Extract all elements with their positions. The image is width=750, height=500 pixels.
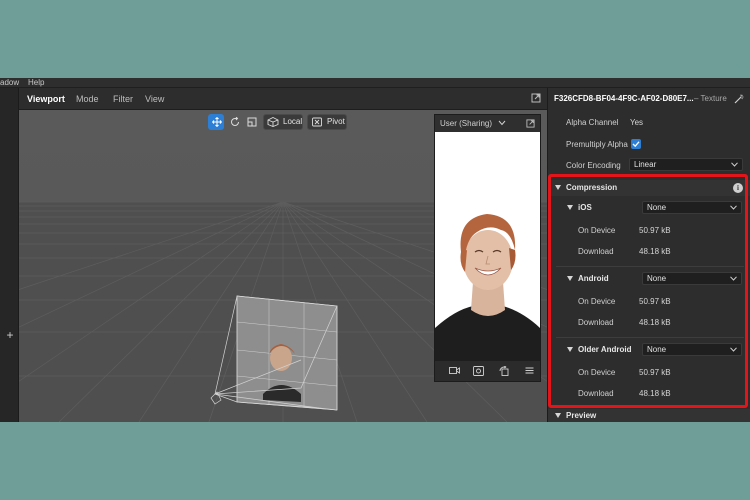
tab-filter[interactable]: Filter bbox=[113, 88, 133, 110]
move-icon bbox=[212, 117, 222, 127]
asset-title: F326CFD8-BF04-4F9C-AF02-D80E7... bbox=[554, 94, 694, 103]
device-preview-panel: User (Sharing) bbox=[434, 114, 541, 382]
app-window: adow Help + Viewport Mode Filter View Lo… bbox=[0, 78, 750, 422]
checkmark-icon bbox=[632, 141, 640, 148]
platform-ios-label: iOS bbox=[578, 203, 592, 212]
inspector-header: F326CFD8-BF04-4F9C-AF02-D80E7... – Textu… bbox=[548, 88, 750, 110]
add-icon[interactable]: + bbox=[4, 329, 16, 341]
android-on-device-value: 50.97 kB bbox=[639, 297, 671, 306]
pivot-button[interactable]: Pivot bbox=[307, 114, 347, 130]
person-image bbox=[435, 132, 540, 361]
menu-help[interactable]: Help bbox=[28, 78, 44, 88]
android-download-label: Download bbox=[578, 318, 614, 327]
left-panel-strip: + bbox=[0, 88, 19, 422]
cube-icon bbox=[267, 117, 279, 127]
chevron-down-icon bbox=[730, 347, 737, 352]
platform-older-android-label: Older Android bbox=[578, 345, 632, 354]
older-android-download-label: Download bbox=[578, 389, 614, 398]
move-tool-button[interactable] bbox=[208, 114, 224, 130]
preview-toolbar bbox=[435, 361, 540, 381]
android-on-device-label: On Device bbox=[578, 297, 616, 306]
collapse-triangle-icon[interactable] bbox=[567, 205, 573, 210]
color-encoding-label: Color Encoding bbox=[566, 161, 621, 170]
ios-compression-dropdown[interactable]: None bbox=[642, 201, 742, 214]
android-download-value: 48.18 kB bbox=[639, 318, 671, 327]
scale-tool-button[interactable] bbox=[243, 114, 259, 130]
divider bbox=[556, 337, 744, 338]
magic-wand-icon[interactable] bbox=[734, 94, 744, 104]
preview-screen[interactable] bbox=[435, 132, 540, 361]
chevron-down-icon[interactable] bbox=[498, 120, 506, 126]
older-android-compression-value: None bbox=[647, 345, 667, 354]
preview-section-label: Preview bbox=[566, 411, 597, 420]
collapse-triangle-icon bbox=[555, 413, 561, 418]
menu-bar: adow Help bbox=[0, 78, 750, 88]
divider bbox=[556, 266, 744, 267]
menu-icon[interactable] bbox=[525, 366, 534, 375]
ios-on-device-value: 50.97 kB bbox=[639, 226, 671, 235]
older-android-on-device-label: On Device bbox=[578, 368, 616, 377]
older-android-compression-dropdown[interactable]: None bbox=[642, 343, 742, 356]
expand-icon[interactable] bbox=[531, 93, 541, 103]
video-icon[interactable] bbox=[449, 366, 460, 375]
expand-icon[interactable] bbox=[526, 119, 535, 128]
older-android-on-device-value: 50.97 kB bbox=[639, 368, 671, 377]
rotate-device-icon[interactable] bbox=[499, 366, 510, 376]
older-android-download-value: 48.18 kB bbox=[639, 389, 671, 398]
chevron-down-icon bbox=[730, 276, 737, 281]
chevron-down-icon bbox=[730, 205, 737, 210]
color-encoding-dropdown[interactable]: Linear bbox=[629, 158, 743, 171]
ios-download-value: 48.18 kB bbox=[639, 247, 671, 256]
ios-compression-value: None bbox=[647, 203, 667, 212]
inspector-panel: F326CFD8-BF04-4F9C-AF02-D80E7... – Textu… bbox=[547, 88, 750, 422]
info-icon[interactable]: i bbox=[733, 183, 743, 193]
collapse-triangle-icon[interactable] bbox=[567, 276, 573, 281]
alpha-channel-value: Yes bbox=[630, 118, 644, 127]
alpha-channel-label: Alpha Channel bbox=[566, 118, 619, 127]
tab-viewport[interactable]: Viewport bbox=[27, 88, 65, 110]
preview-header: User (Sharing) bbox=[435, 115, 540, 132]
premultiply-alpha-label: Premultiply Alpha bbox=[566, 140, 628, 149]
local-space-button[interactable]: Local bbox=[263, 114, 303, 130]
preview-device-select[interactable]: User (Sharing) bbox=[440, 115, 492, 132]
asset-type: – Texture bbox=[694, 94, 727, 103]
chevron-down-icon bbox=[731, 162, 738, 167]
menu-window[interactable]: adow bbox=[0, 78, 19, 88]
collapse-triangle-icon bbox=[555, 185, 561, 190]
premultiply-alpha-checkbox[interactable] bbox=[631, 139, 641, 149]
collapse-triangle-icon[interactable] bbox=[567, 347, 573, 352]
scale-icon bbox=[247, 117, 257, 127]
tab-view[interactable]: View bbox=[145, 88, 164, 110]
preview-section-header[interactable]: Preview bbox=[548, 409, 750, 422]
ios-on-device-label: On Device bbox=[578, 226, 616, 235]
compression-label: Compression bbox=[566, 183, 618, 192]
viewport-panel: Viewport Mode Filter View Local Pivot Us… bbox=[19, 88, 547, 422]
ios-download-label: Download bbox=[578, 247, 614, 256]
color-encoding-value: Linear bbox=[634, 160, 657, 169]
android-compression-dropdown[interactable]: None bbox=[642, 272, 742, 285]
android-compression-value: None bbox=[647, 274, 667, 283]
pivot-label: Pivot bbox=[327, 117, 345, 126]
screenshot-icon[interactable] bbox=[473, 366, 484, 376]
viewport-tab-bar: Viewport Mode Filter View bbox=[19, 88, 547, 110]
pivot-icon bbox=[312, 117, 322, 127]
tab-mode[interactable]: Mode bbox=[76, 88, 99, 110]
rotate-icon bbox=[231, 117, 239, 126]
local-label: Local bbox=[283, 117, 303, 126]
rotate-tool-button[interactable] bbox=[226, 114, 242, 130]
platform-android-label: Android bbox=[578, 274, 609, 283]
compression-section-header[interactable]: Compression i bbox=[548, 180, 750, 196]
